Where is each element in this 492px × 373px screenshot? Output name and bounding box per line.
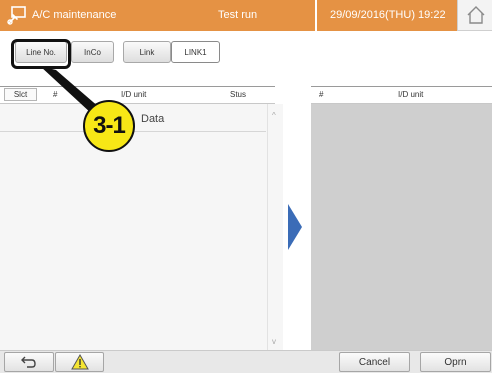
maintenance-icon xyxy=(7,6,26,25)
app-title: A/C maintenance xyxy=(32,9,117,21)
list-item[interactable]: Data xyxy=(141,113,164,125)
scroll-up-icon[interactable]: ^ xyxy=(272,111,276,120)
right-col-number: # xyxy=(319,90,324,99)
datetime-text: 29/09/2016(THU) 19:22 xyxy=(330,9,446,21)
datetime-area: 29/09/2016(THU) 19:22 xyxy=(315,0,457,31)
back-button[interactable] xyxy=(4,352,54,372)
tab-link[interactable]: Link xyxy=(123,41,171,63)
cancel-button[interactable]: Cancel xyxy=(339,352,410,372)
left-col-status: Stus xyxy=(230,90,247,99)
transfer-arrow-icon[interactable] xyxy=(288,204,302,250)
list-scrollbar[interactable] xyxy=(267,104,283,350)
header-bar: A/C maintenance Test run 29/09/2016(THU)… xyxy=(0,0,492,31)
callout-bubble: 3-1 xyxy=(83,100,135,152)
indoor-unit-list[interactable] xyxy=(0,104,283,350)
header-title-area: A/C maintenance Test run xyxy=(0,0,315,31)
mode-title: Test run xyxy=(218,9,258,21)
scroll-down-icon[interactable]: v xyxy=(272,337,276,346)
link-value-field[interactable]: LINK1 xyxy=(171,41,220,63)
callout-highlight-ring xyxy=(11,39,71,69)
operation-button[interactable]: Oprn xyxy=(420,352,491,372)
home-icon xyxy=(467,6,485,24)
left-col-number: # xyxy=(53,90,58,99)
warning-icon xyxy=(70,354,89,370)
tab-inco[interactable]: InCo xyxy=(71,41,114,63)
back-icon xyxy=(21,356,36,368)
select-column-button[interactable]: Slct xyxy=(4,88,37,101)
selected-unit-list[interactable] xyxy=(311,104,492,350)
right-col-unit: I/D unit xyxy=(398,90,424,99)
home-button[interactable] xyxy=(457,0,492,31)
left-col-unit: I/D unit xyxy=(121,90,147,99)
warning-button[interactable] xyxy=(55,352,104,372)
